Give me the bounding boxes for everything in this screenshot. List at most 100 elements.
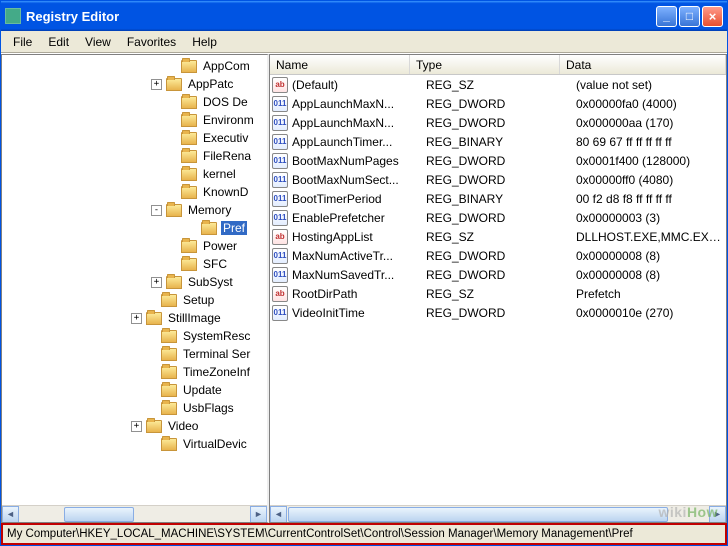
value-row[interactable]: abHostingAppListREG_SZDLLHOST.EXE,MMC.EX… (270, 227, 726, 246)
binary-value-icon: 011 (272, 305, 288, 321)
binary-value-icon: 011 (272, 210, 288, 226)
tree-label: AppPatc (186, 77, 235, 91)
folder-icon (146, 420, 162, 433)
tree-item[interactable]: Setup (2, 291, 267, 309)
folder-icon (166, 78, 182, 91)
value-row[interactable]: 011BootTimerPeriodREG_BINARY00 f2 d8 f8 … (270, 189, 726, 208)
tree-item[interactable]: SFC (2, 255, 267, 273)
tree-label: Executiv (201, 131, 250, 145)
value-data: 0x00000008 (8) (576, 268, 726, 282)
tree-item[interactable]: SystemResc (2, 327, 267, 345)
tree-item[interactable]: AppCom (2, 57, 267, 75)
menubar: File Edit View Favorites Help (1, 31, 727, 53)
value-type: REG_SZ (426, 78, 576, 92)
column-data[interactable]: Data (560, 55, 726, 74)
tree-label: kernel (201, 167, 238, 181)
tree-item[interactable]: FileRena (2, 147, 267, 165)
list-body[interactable]: ab(Default)REG_SZ(value not set)011AppLa… (270, 75, 726, 505)
value-row[interactable]: 011VideoInitTimeREG_DWORD0x0000010e (270… (270, 303, 726, 322)
statusbar-path: My Computer\HKEY_LOCAL_MACHINE\SYSTEM\Cu… (1, 523, 727, 545)
binary-value-icon: 011 (272, 248, 288, 264)
value-row[interactable]: 011MaxNumSavedTr...REG_DWORD0x00000008 (… (270, 265, 726, 284)
scroll-left-icon[interactable]: ◄ (2, 506, 19, 523)
folder-icon (161, 384, 177, 397)
tree-item[interactable]: + StillImage (2, 309, 267, 327)
tree-item[interactable]: Environm (2, 111, 267, 129)
menu-help[interactable]: Help (184, 33, 225, 51)
value-type: REG_SZ (426, 287, 576, 301)
value-row[interactable]: 011AppLaunchTimer...REG_BINARY80 69 67 f… (270, 132, 726, 151)
column-type[interactable]: Type (410, 55, 560, 74)
tree-label: StillImage (166, 311, 223, 325)
tree-item[interactable]: Power (2, 237, 267, 255)
minimize-button[interactable]: _ (656, 6, 677, 27)
tree-label: FileRena (201, 149, 253, 163)
value-data: DLLHOST.EXE,MMC.EXE,R (576, 230, 726, 244)
folder-icon (201, 222, 217, 235)
value-row[interactable]: 011AppLaunchMaxN...REG_DWORD0x000000aa (… (270, 113, 726, 132)
value-row[interactable]: 011BootMaxNumSect...REG_DWORD0x00000ff0 … (270, 170, 726, 189)
tree-item[interactable]: Update (2, 381, 267, 399)
tree-body[interactable]: AppCom + AppPatc DOS De Environm Executiv File… (2, 55, 267, 505)
value-type: REG_BINARY (426, 192, 576, 206)
expand-icon[interactable]: + (131, 313, 142, 324)
menu-file[interactable]: File (5, 33, 40, 51)
folder-icon (161, 438, 177, 451)
expand-icon[interactable]: + (131, 421, 142, 432)
value-data: 0x00000008 (8) (576, 249, 726, 263)
binary-value-icon: 011 (272, 191, 288, 207)
tree-item[interactable]: Executiv (2, 129, 267, 147)
scroll-thumb[interactable] (64, 507, 134, 522)
binary-value-icon: 011 (272, 172, 288, 188)
tree-item[interactable]: DOS De (2, 93, 267, 111)
titlebar[interactable]: Registry Editor _ □ × (1, 1, 727, 31)
menu-edit[interactable]: Edit (40, 33, 77, 51)
tree-item[interactable]: Terminal Ser (2, 345, 267, 363)
tree-item[interactable]: UsbFlags (2, 399, 267, 417)
tree-item[interactable]: + AppPatc (2, 75, 267, 93)
menu-favorites[interactable]: Favorites (119, 33, 184, 51)
tree-label: Memory (186, 203, 233, 217)
value-row[interactable]: 011EnablePrefetcherREG_DWORD0x00000003 (… (270, 208, 726, 227)
collapse-icon[interactable]: - (151, 205, 162, 216)
tree-item[interactable]: - Memory (2, 201, 267, 219)
menu-view[interactable]: View (77, 33, 119, 51)
close-button[interactable]: × (702, 6, 723, 27)
tree-scrollbar[interactable]: ◄ ► (2, 505, 267, 522)
window-title: Registry Editor (26, 9, 656, 24)
value-row[interactable]: 011BootMaxNumPagesREG_DWORD0x0001f400 (1… (270, 151, 726, 170)
tree-item[interactable]: TimeZoneInf (2, 363, 267, 381)
scroll-right-icon[interactable]: ► (250, 506, 267, 523)
value-name: AppLaunchTimer... (292, 135, 426, 149)
string-value-icon: ab (272, 286, 288, 302)
tree-item[interactable]: KnownD (2, 183, 267, 201)
tree-item[interactable]: +SubSyst (2, 273, 267, 291)
folder-icon (146, 312, 162, 325)
tree-label: Environm (201, 113, 256, 127)
window-controls: _ □ × (656, 6, 723, 27)
binary-value-icon: 011 (272, 96, 288, 112)
tree-label: Power (201, 239, 239, 253)
expand-icon[interactable]: + (151, 277, 162, 288)
value-type: REG_DWORD (426, 249, 576, 263)
scroll-track[interactable] (287, 506, 709, 523)
column-name[interactable]: Name (270, 55, 410, 74)
tree-item[interactable]: +Video (2, 417, 267, 435)
tree-item[interactable]: VirtualDevic (2, 435, 267, 453)
tree-item[interactable]: Pref (2, 219, 267, 237)
tree-item[interactable]: kernel (2, 165, 267, 183)
expand-icon[interactable]: + (151, 79, 162, 90)
scroll-thumb[interactable] (288, 507, 668, 522)
scroll-left-icon[interactable]: ◄ (270, 506, 287, 523)
value-type: REG_DWORD (426, 211, 576, 225)
value-row[interactable]: 011AppLaunchMaxN...REG_DWORD0x00000fa0 (… (270, 94, 726, 113)
value-type: REG_DWORD (426, 173, 576, 187)
folder-icon (181, 114, 197, 127)
scroll-track[interactable] (19, 506, 250, 523)
watermark-how: How (687, 504, 718, 520)
value-row[interactable]: ab(Default)REG_SZ(value not set) (270, 75, 726, 94)
value-row[interactable]: abRootDirPathREG_SZPrefetch (270, 284, 726, 303)
tree-label: DOS De (201, 95, 250, 109)
maximize-button[interactable]: □ (679, 6, 700, 27)
value-row[interactable]: 011MaxNumActiveTr...REG_DWORD0x00000008 … (270, 246, 726, 265)
